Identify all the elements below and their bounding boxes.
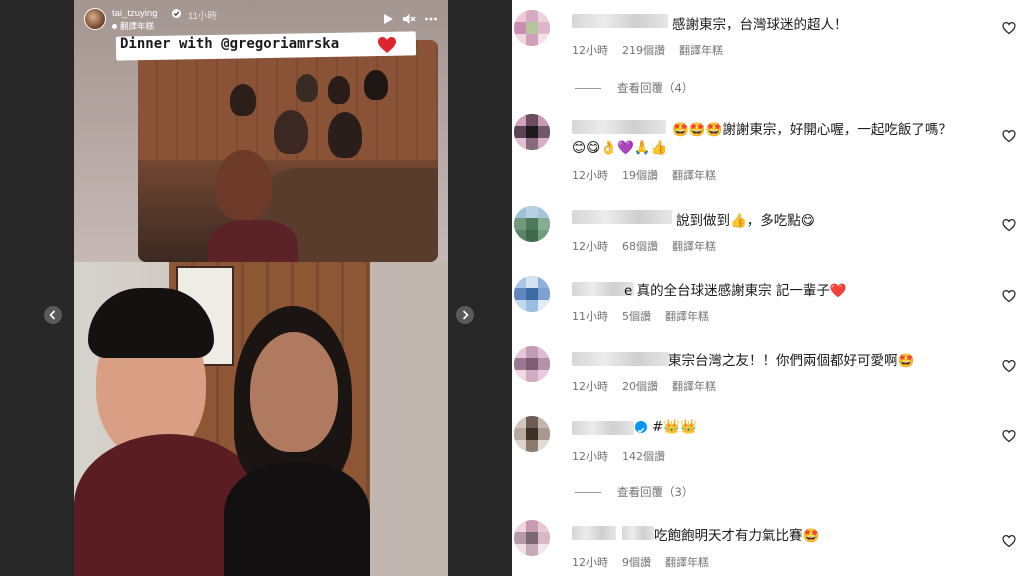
comment-text: 東宗台灣之友！！你們兩個都好可愛啊🤩 xyxy=(668,353,915,369)
verified-icon xyxy=(635,421,647,433)
commenter-name[interactable] xyxy=(572,526,616,540)
translate-link[interactable]: 翻譯年糕 xyxy=(665,310,709,323)
person xyxy=(208,220,298,262)
comment-text: e 真的全台球迷感謝東宗 記一輩子❤️ xyxy=(624,283,847,299)
comment-time: 12小時 xyxy=(572,44,608,57)
person xyxy=(274,110,308,154)
comment-time: 12小時 xyxy=(572,240,608,253)
translate-link[interactable]: 翻譯年糕 xyxy=(672,240,716,253)
translate-icon xyxy=(112,24,117,29)
commenter-name[interactable] xyxy=(572,210,672,224)
translate-link[interactable]: 翻譯年糕 xyxy=(672,169,716,182)
like-count[interactable]: 219個讚 xyxy=(622,44,665,57)
comment-text: 吃飽飽明天才有力氣比賽🤩 xyxy=(654,528,820,544)
like-heart-icon[interactable] xyxy=(1002,428,1016,443)
commenter-name[interactable] xyxy=(572,14,668,28)
translate-link[interactable]: 翻譯年糕 xyxy=(672,380,716,393)
comment-text: #👑👑 xyxy=(652,419,697,435)
comment-time: 12小時 xyxy=(572,380,608,393)
avatar[interactable] xyxy=(514,10,550,46)
verified-icon xyxy=(172,9,181,18)
comment-time: 12小時 xyxy=(572,169,608,182)
commenter-name[interactable] xyxy=(572,120,666,134)
like-count[interactable]: 5個讚 xyxy=(622,310,651,323)
avatar[interactable] xyxy=(514,416,550,452)
like-heart-icon[interactable] xyxy=(1002,288,1016,303)
person xyxy=(328,76,350,104)
avatar[interactable] xyxy=(514,346,550,382)
commenter-name[interactable] xyxy=(572,352,670,366)
like-heart-icon[interactable] xyxy=(1002,358,1016,373)
like-heart-icon[interactable] xyxy=(1002,20,1016,35)
like-heart-icon[interactable] xyxy=(1002,533,1016,548)
view-replies-button[interactable]: 查看回覆（3） xyxy=(575,484,693,500)
like-count[interactable]: 19個讚 xyxy=(622,169,658,182)
like-count[interactable]: 9個讚 xyxy=(622,556,651,569)
play-icon[interactable] xyxy=(381,11,395,25)
comment-meta: 12小時 9個讚 翻譯年糕 xyxy=(572,554,723,570)
chevron-left-icon xyxy=(49,310,56,320)
person xyxy=(364,70,388,100)
mute-icon[interactable] xyxy=(402,11,416,25)
view-replies-button[interactable]: 查看回覆（4） xyxy=(575,80,693,96)
comment-meta: 12小時 142個讚 xyxy=(572,448,679,464)
story-card: tai_tzuying 11小時 翻譯年糕 Dinner with @grego… xyxy=(74,0,448,576)
chevron-right-icon xyxy=(462,310,469,320)
comment-text: 感謝東宗，台灣球迷的超人！ xyxy=(672,17,848,33)
group-dinner-photo xyxy=(138,40,438,262)
comment-text: 🤩🤩🤩謝謝東宗，好開心喔，一起吃飯了嗎？ xyxy=(672,122,952,138)
more-icon[interactable] xyxy=(424,11,438,25)
heart-icon xyxy=(377,36,397,54)
avatar[interactable] xyxy=(514,520,550,556)
username[interactable]: tai_tzuying xyxy=(112,8,157,19)
story-header: tai_tzuying 11小時 翻譯年糕 xyxy=(84,6,438,32)
next-story-button[interactable] xyxy=(456,306,474,324)
commenter-name[interactable] xyxy=(572,421,634,435)
avatar[interactable] xyxy=(84,8,106,30)
person xyxy=(230,84,256,116)
like-count[interactable]: 142個讚 xyxy=(622,450,665,463)
like-count[interactable]: 68個讚 xyxy=(622,240,658,253)
translate-link[interactable]: 翻譯年糕 xyxy=(665,556,709,569)
previous-story-button[interactable] xyxy=(44,306,62,324)
face xyxy=(250,332,338,452)
comment-meta: 12小時 20個讚 翻譯年糕 xyxy=(572,378,730,394)
comment-text-line2: 😊😋👌💜🙏👍 xyxy=(572,140,668,156)
story-viewer: tai_tzuying 11小時 翻譯年糕 Dinner with @grego… xyxy=(0,0,512,576)
avatar[interactable] xyxy=(514,276,550,312)
comment-time: 11小時 xyxy=(572,310,608,323)
comment-text: 說到做到👍，多吃點😋 xyxy=(676,213,815,229)
comment-meta: 11小時 5個讚 翻譯年糕 xyxy=(572,308,723,324)
avatar[interactable] xyxy=(514,114,550,150)
like-count[interactable]: 20個讚 xyxy=(622,380,658,393)
translate-link[interactable]: 翻譯年糕 xyxy=(112,20,154,32)
comment-time: 12小時 xyxy=(572,450,608,463)
person xyxy=(216,150,272,220)
shirt xyxy=(224,462,370,576)
person xyxy=(296,74,318,102)
comments-panel: 感謝東宗，台灣球迷的超人！ 12小時 219個讚 翻譯年糕 查看回覆（4） 🤩🤩🤩謝… xyxy=(512,0,1024,576)
comment-meta: 12小時 219個讚 翻譯年糕 xyxy=(572,42,737,58)
comment-meta: 12小時 68個讚 翻譯年糕 xyxy=(572,238,730,254)
avatar[interactable] xyxy=(514,206,550,242)
story-caption: Dinner with @gregoriamrska xyxy=(120,36,340,52)
comment-time: 12小時 xyxy=(572,556,608,569)
story-time: 11小時 xyxy=(188,11,217,22)
translate-link[interactable]: 翻譯年糕 xyxy=(679,44,723,57)
like-heart-icon[interactable] xyxy=(1002,217,1016,232)
person xyxy=(328,112,362,158)
like-heart-icon[interactable] xyxy=(1002,128,1016,143)
translate-label: 翻譯年糕 xyxy=(120,22,155,32)
comment-meta: 12小時 19個讚 翻譯年糕 xyxy=(572,167,730,183)
selfie-photo xyxy=(74,262,370,576)
